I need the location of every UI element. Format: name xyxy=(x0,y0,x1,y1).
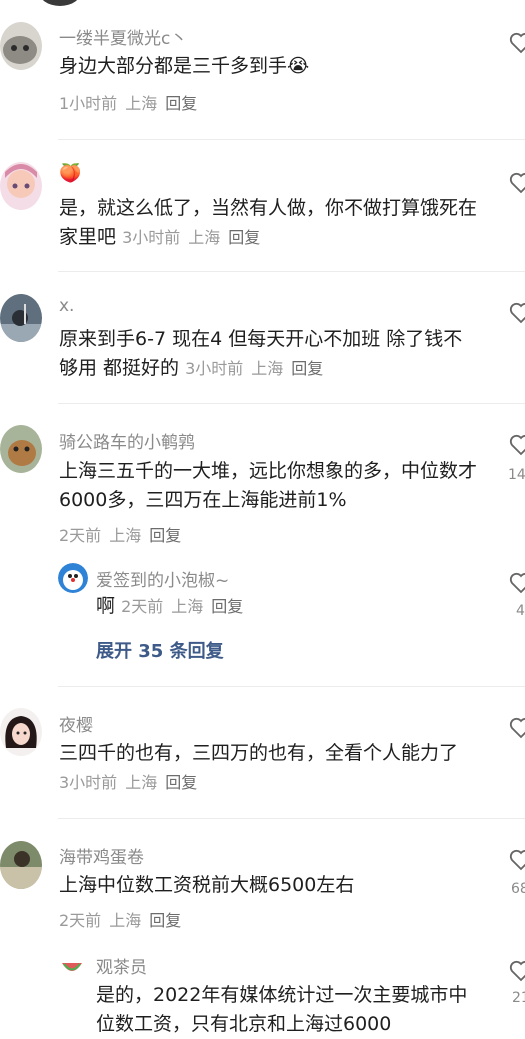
comment-username[interactable]: 骑公路车的小鹌鹑 xyxy=(59,428,195,453)
comment-time: 3小时前 xyxy=(185,359,244,378)
comment-text: 原来到手6-7 现在4 但每天开心不加班 除了钱不够用 都挺好的 3小时前 上海回… xyxy=(59,328,463,379)
comment-text: 是，就这么低了，当然有人做，你不做打算饿死在家里吧 3小时前 上海 回复 xyxy=(59,197,478,248)
reply-button[interactable]: 回复 xyxy=(228,228,260,247)
heart-outline-icon[interactable] xyxy=(509,717,525,739)
comment-time: 2天前 xyxy=(59,526,102,545)
comment-text: 身边大部分都是三千多到手😭 xyxy=(59,55,310,77)
reply-button[interactable]: 回复 xyxy=(165,94,197,113)
comment-location: 上海 xyxy=(109,526,142,545)
comment-location: 上海 xyxy=(188,228,221,247)
comment-text: 三四千的也有，三四万的也有，全看个人能力了 3小时前 上海 回复 xyxy=(59,742,459,792)
comment-username[interactable]: 海带鸡蛋卷 xyxy=(59,843,144,868)
like-count: 4 xyxy=(516,603,525,619)
comment-time: 2天前 xyxy=(59,911,102,930)
reply-button[interactable]: 回复 xyxy=(149,526,181,545)
comment-time: 1小时前 xyxy=(59,94,118,113)
reply-button[interactable]: 回复 xyxy=(291,359,323,378)
reply-button[interactable]: 回复 xyxy=(211,597,243,616)
heart-outline-icon[interactable] xyxy=(509,849,525,871)
avatar[interactable] xyxy=(0,22,42,70)
heart-outline-icon[interactable] xyxy=(509,960,525,982)
comment-location: 上海 xyxy=(109,911,142,930)
reply-button[interactable]: 回复 xyxy=(165,773,197,792)
reply-location: 上海 xyxy=(171,597,204,616)
divider xyxy=(58,271,525,272)
like-count: 14 xyxy=(508,467,525,483)
avatar[interactable] xyxy=(0,708,42,756)
heart-outline-icon[interactable] xyxy=(509,434,525,456)
heart-outline-icon[interactable] xyxy=(509,32,525,54)
comment-username[interactable]: x. xyxy=(59,296,74,316)
comment-meta: 3小时前 上海 回复 xyxy=(122,228,260,247)
reply-text: 啊 2天前 上海 回复 xyxy=(96,595,244,617)
like-count: 21 xyxy=(512,990,525,1006)
reply-text: 是的，2022年有媒体统计过一次主要城市中位数工资，只有北京和上海过6000 xyxy=(96,984,468,1035)
avatar[interactable] xyxy=(58,563,88,593)
divider xyxy=(58,818,525,819)
expand-replies-button[interactable]: 展开 35 条回复 xyxy=(96,637,224,663)
comment-text: 上海三五千的一大堆，远比你想象的多，中位数才6000多，三四万在上海能进前1% xyxy=(59,460,478,511)
comment-time: 3小时前 xyxy=(59,773,118,792)
comment-text: 上海中位数工资税前大概6500左右 xyxy=(59,874,355,896)
comment-meta: 3小时前 上海 回复 xyxy=(59,773,197,792)
comment-meta: 1小时前 上海 回复 xyxy=(59,90,197,114)
avatar-partial[interactable] xyxy=(38,0,82,6)
divider xyxy=(58,686,525,687)
comment-time: 3小时前 xyxy=(122,228,181,247)
divider xyxy=(58,139,525,140)
avatar[interactable] xyxy=(0,294,42,342)
reply-meta: 2天前 上海 回复 xyxy=(121,597,243,616)
user-badge: 🍑 xyxy=(59,163,82,184)
heart-outline-icon[interactable] xyxy=(509,572,525,594)
avatar[interactable] xyxy=(60,955,84,979)
reply-username[interactable]: 爱签到的小泡椒~ xyxy=(96,566,229,591)
heart-outline-icon[interactable] xyxy=(509,172,525,194)
reply-username[interactable]: 观茶员 xyxy=(96,953,147,978)
avatar[interactable] xyxy=(0,841,42,889)
comment-meta: 2天前 上海 回复 xyxy=(59,907,181,931)
comment-username[interactable]: 一缕半夏微光c丶 xyxy=(59,24,187,49)
avatar[interactable] xyxy=(0,162,42,210)
comment-location: 上海 xyxy=(125,94,158,113)
reply-time: 2天前 xyxy=(121,597,164,616)
like-count: 68 xyxy=(511,881,525,897)
comment-meta: 3小时前 上海 回复 xyxy=(185,359,323,378)
comment-location: 上海 xyxy=(125,773,158,792)
heart-outline-icon[interactable] xyxy=(509,302,525,324)
crying-emoji-icon: 😭 xyxy=(287,55,310,77)
avatar[interactable] xyxy=(0,425,42,473)
comment-username[interactable]: 夜樱 xyxy=(59,711,93,736)
comment-location: 上海 xyxy=(251,359,284,378)
divider xyxy=(58,403,525,404)
comment-meta: 2天前 上海 回复 xyxy=(59,522,181,546)
reply-button[interactable]: 回复 xyxy=(149,911,181,930)
